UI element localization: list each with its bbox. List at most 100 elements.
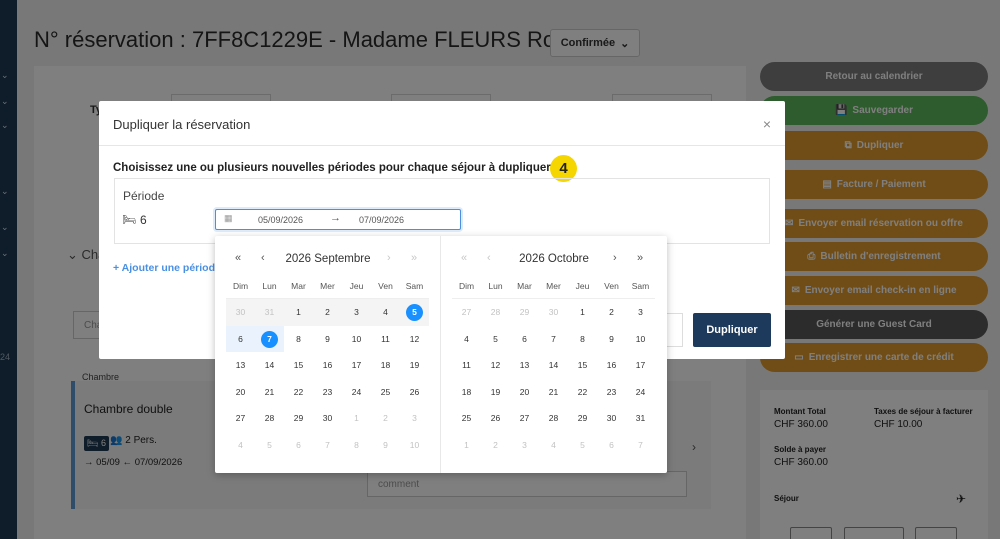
day-number: 17 [351, 360, 362, 370]
day-cell[interactable]: 9 [597, 326, 626, 353]
day-number: 23 [322, 386, 333, 397]
day-cell[interactable]: 17 [342, 352, 371, 379]
day-cell[interactable]: 24 [342, 379, 371, 406]
day-number: 3 [412, 413, 417, 423]
day-number: 28 [490, 307, 501, 317]
day-cell[interactable]: 5 [400, 299, 429, 326]
day-cell[interactable]: 15 [568, 352, 597, 379]
day-cell[interactable]: 29 [568, 405, 597, 432]
day-cell[interactable]: 4 [452, 326, 481, 353]
day-cell[interactable]: 21 [539, 379, 568, 406]
day-cell[interactable]: 22 [284, 379, 313, 406]
day-cell[interactable]: 2 [597, 299, 626, 326]
day-cell[interactable]: 23 [597, 379, 626, 406]
next-month-button[interactable]: › [613, 252, 617, 264]
day-cell[interactable]: 4 [371, 299, 400, 326]
calendar-icon: ▦ [224, 213, 233, 223]
day-cell[interactable]: 5 [481, 326, 510, 353]
close-icon[interactable]: × [763, 116, 771, 132]
day-cell[interactable]: 10 [342, 326, 371, 353]
day-cell[interactable]: 12 [481, 352, 510, 379]
day-cell[interactable]: 12 [400, 326, 429, 353]
day-cell[interactable]: 17 [626, 352, 655, 379]
day-cell[interactable]: 24 [626, 379, 655, 406]
day-number: 24 [351, 386, 362, 397]
day-cell[interactable]: 13 [226, 352, 255, 379]
day-cell[interactable]: 25 [452, 405, 481, 432]
day-cell[interactable]: 14 [255, 352, 284, 379]
day-cell[interactable]: 27 [510, 405, 539, 432]
calendar-grid: Dim Lun Mar Mer Jeu Ven Sam 30 31 1 2 3 4 5 6 7 8 9 10 11 12… [226, 277, 429, 458]
day-cell[interactable]: 6 [510, 326, 539, 353]
month-title: 2026 Septembre [285, 253, 371, 265]
day-cell[interactable]: 18 [452, 379, 481, 406]
day-number: 31 [635, 413, 646, 423]
day-cell[interactable]: 9 [313, 326, 342, 353]
day-number: 6 [609, 439, 614, 450]
day-cell[interactable]: 3 [626, 299, 655, 326]
day-cell[interactable]: 1 [568, 299, 597, 326]
day-cell[interactable]: 26 [481, 405, 510, 432]
day-cell[interactable]: 8 [284, 326, 313, 353]
add-period-link[interactable]: + Ajouter une période [113, 262, 221, 274]
day-number: 21 [264, 386, 275, 397]
day-cell[interactable]: 31 [626, 405, 655, 432]
day-number: 1 [296, 307, 301, 317]
day-cell[interactable]: 18 [371, 352, 400, 379]
day-number: 3 [522, 439, 527, 450]
day-number: 5 [267, 439, 272, 450]
day-cell[interactable]: 30 [597, 405, 626, 432]
day-cell[interactable]: 7 [255, 325, 284, 352]
day-cell[interactable]: 27 [226, 405, 255, 432]
date-range-input[interactable]: ▦ 05/09/2026 → 07/09/2026 [215, 209, 461, 230]
day-cell[interactable]: 29 [284, 405, 313, 432]
day-cell[interactable]: 2 [313, 299, 342, 326]
day-cell[interactable]: 28 [539, 405, 568, 432]
day-cell: 29 [510, 299, 539, 326]
duplicate-button[interactable]: Dupliquer [693, 313, 771, 347]
day-cell[interactable]: 3 [342, 299, 371, 326]
room-number: 6 [140, 213, 147, 227]
day-cell[interactable]: 16 [597, 352, 626, 379]
day-number: 4 [238, 439, 243, 450]
day-number: 7 [551, 333, 556, 344]
day-cell: 3 [400, 405, 429, 432]
range-end-date[interactable]: 07/09/2026 [359, 215, 404, 225]
day-cell: 10 [400, 432, 429, 459]
day-cell[interactable]: 26 [400, 379, 429, 406]
day-cell[interactable]: 11 [371, 326, 400, 353]
day-number: 23 [606, 386, 617, 397]
day-cell[interactable]: 8 [568, 326, 597, 353]
day-cell[interactable]: 19 [481, 379, 510, 406]
day-cell[interactable]: 28 [255, 405, 284, 432]
day-number: 8 [354, 439, 359, 450]
day-cell[interactable]: 11 [452, 352, 481, 379]
day-number: 29 [519, 307, 530, 317]
day-cell[interactable]: 13 [510, 352, 539, 379]
day-cell[interactable]: 14 [539, 352, 568, 379]
day-cell[interactable]: 19 [400, 352, 429, 379]
prev-year-button[interactable]: « [235, 252, 241, 264]
day-cell[interactable]: 20 [510, 379, 539, 406]
weekday-header: Mar [510, 277, 539, 299]
day-cell[interactable]: 20 [226, 379, 255, 406]
day-cell[interactable]: 1 [284, 299, 313, 326]
day-cell[interactable]: 30 [313, 405, 342, 432]
modal-instruction: Choisissez une ou plusieurs nouvelles pé… [113, 162, 554, 174]
day-cell[interactable]: 22 [568, 379, 597, 406]
day-number: 15 [293, 360, 304, 370]
day-number: 4 [551, 439, 556, 450]
day-cell[interactable]: 25 [371, 379, 400, 406]
day-cell[interactable]: 10 [626, 326, 655, 353]
day-cell[interactable]: 23 [313, 379, 342, 406]
calendar-grid: Dim Lun Mar Mer Jeu Ven Sam 27 28 29 30 1 2 3 4 5 6 7 8 9 10… [452, 277, 655, 458]
day-cell[interactable]: 15 [284, 352, 313, 379]
weekday-header: Mar [284, 277, 313, 299]
day-cell[interactable]: 6 [226, 325, 255, 352]
day-number: 7 [638, 439, 643, 450]
next-year-button[interactable]: » [637, 252, 643, 264]
day-cell[interactable]: 21 [255, 379, 284, 406]
day-cell[interactable]: 7 [539, 326, 568, 353]
range-start-date[interactable]: 05/09/2026 [258, 215, 303, 225]
day-cell[interactable]: 16 [313, 352, 342, 379]
